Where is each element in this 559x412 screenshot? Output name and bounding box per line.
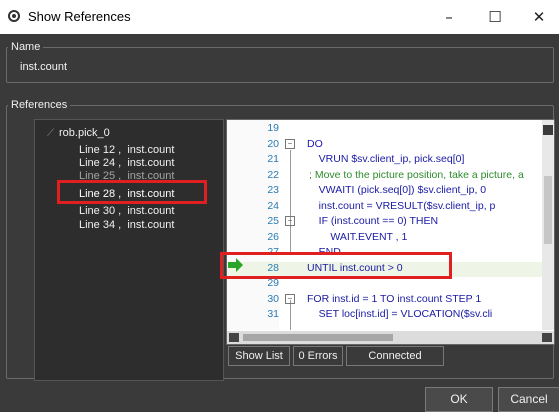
ok-button[interactable]: OK	[425, 387, 493, 412]
highlight-box-tree	[57, 180, 207, 204]
name-group	[6, 47, 554, 83]
line-number: 20	[267, 137, 279, 150]
code-text: WAIT.EVENT , 1	[307, 230, 408, 243]
tree-item[interactable]: Line 24 , inst.count	[79, 157, 174, 169]
code-line[interactable]: 25− IF (inst.count == 0) THEN	[227, 215, 542, 230]
connection-status: Connected	[346, 346, 444, 366]
code-line[interactable]: 19	[227, 122, 542, 137]
collapse-icon[interactable]: ⟋	[47, 128, 54, 139]
code-line[interactable]: 21 VRUN $sv.client_ip, pick.seq[0]	[227, 153, 542, 168]
references-tree[interactable]: ⟋ rob.pick_0 Line 12 , inst.count Line 24…	[34, 119, 224, 381]
horizontal-scrollbar[interactable]	[227, 331, 554, 344]
tree-root[interactable]: ⟋ rob.pick_0	[47, 127, 110, 139]
code-line[interactable]: 30− FOR inst.id = 1 TO inst.count STEP 1	[227, 293, 542, 308]
line-number: 19	[267, 122, 279, 134]
code-text: SET loc[inst.id] = VLOCATION($sv.cli	[307, 308, 493, 320]
code-text: VWAITI (pick.seq[0]) $sv.client_ip, 0	[307, 184, 487, 196]
line-number: 30	[267, 292, 279, 305]
highlight-box-code	[220, 252, 452, 279]
vertical-scrollbar[interactable]	[542, 120, 554, 330]
code-text: inst.count = VRESULT($sv.client_ip, p	[307, 199, 496, 212]
show-list-button[interactable]: Show List	[228, 346, 290, 366]
name-legend: Name	[8, 41, 44, 53]
references-legend: References	[8, 99, 71, 111]
close-button[interactable]: ✕	[516, 0, 559, 34]
fold-toggle-icon[interactable]: −	[285, 216, 295, 226]
code-line[interactable]: 26 WAIT.EVENT , 1	[227, 231, 542, 246]
cancel-button[interactable]: Cancel	[498, 387, 559, 412]
code-text: ; Move to the picture position, take a p…	[309, 168, 524, 181]
line-number: 21	[267, 153, 279, 165]
line-number: 25	[267, 215, 279, 227]
fold-toggle-icon[interactable]: −	[285, 293, 295, 304]
scroll-left-icon[interactable]	[229, 333, 239, 342]
code-line[interactable]: 22 ; Move to the picture position, take a…	[227, 169, 542, 184]
horizontal-scroll-thumb[interactable]	[243, 334, 393, 341]
tree-item[interactable]: Line 12 , inst.count	[79, 144, 174, 156]
title-bar: Show References – ☐ ✕	[0, 0, 559, 34]
errors-status: 0 Errors	[293, 346, 343, 366]
code-text: DO	[307, 137, 323, 150]
code-editor[interactable]: 19 20− DO 21 VRUN $sv.client_ip, pick.seq[0…	[226, 119, 555, 345]
scroll-up-icon[interactable]	[543, 125, 553, 135]
code-line[interactable]: 20− DO	[227, 138, 542, 153]
line-number: 31	[267, 308, 279, 320]
line-number: 22	[267, 168, 279, 181]
code-line[interactable]: 23 VWAITI (pick.seq[0]) $sv.client_ip, 0	[227, 184, 542, 199]
maximize-button[interactable]: ☐	[472, 0, 518, 34]
tree-root-label: rob.pick_0	[59, 127, 110, 139]
code-text: FOR inst.id = 1 TO inst.count STEP 1	[307, 292, 482, 305]
line-number: 26	[267, 230, 279, 243]
app-icon	[8, 10, 20, 22]
code-line[interactable]: 24 inst.count = VRESULT($sv.client_ip, p	[227, 200, 542, 215]
code-line[interactable]: 29	[227, 277, 542, 292]
vertical-scroll-thumb[interactable]	[544, 176, 552, 244]
tree-item[interactable]: Line 34 , inst.count	[79, 219, 174, 231]
code-text: IF (inst.count == 0) THEN	[307, 215, 439, 227]
line-number: 24	[267, 199, 279, 212]
name-value: inst.count	[20, 61, 68, 73]
window-title: Show References	[28, 9, 131, 24]
tree-item[interactable]: Line 30 , inst.count	[79, 205, 174, 217]
code-line[interactable]: 31 SET loc[inst.id] = VLOCATION($sv.cli	[227, 308, 542, 323]
line-number: 23	[267, 184, 279, 196]
scroll-right-icon[interactable]	[542, 333, 552, 342]
minimize-button[interactable]: –	[426, 0, 472, 34]
fold-toggle-icon[interactable]: −	[285, 138, 295, 149]
code-text: VRUN $sv.client_ip, pick.seq[0]	[307, 153, 465, 165]
